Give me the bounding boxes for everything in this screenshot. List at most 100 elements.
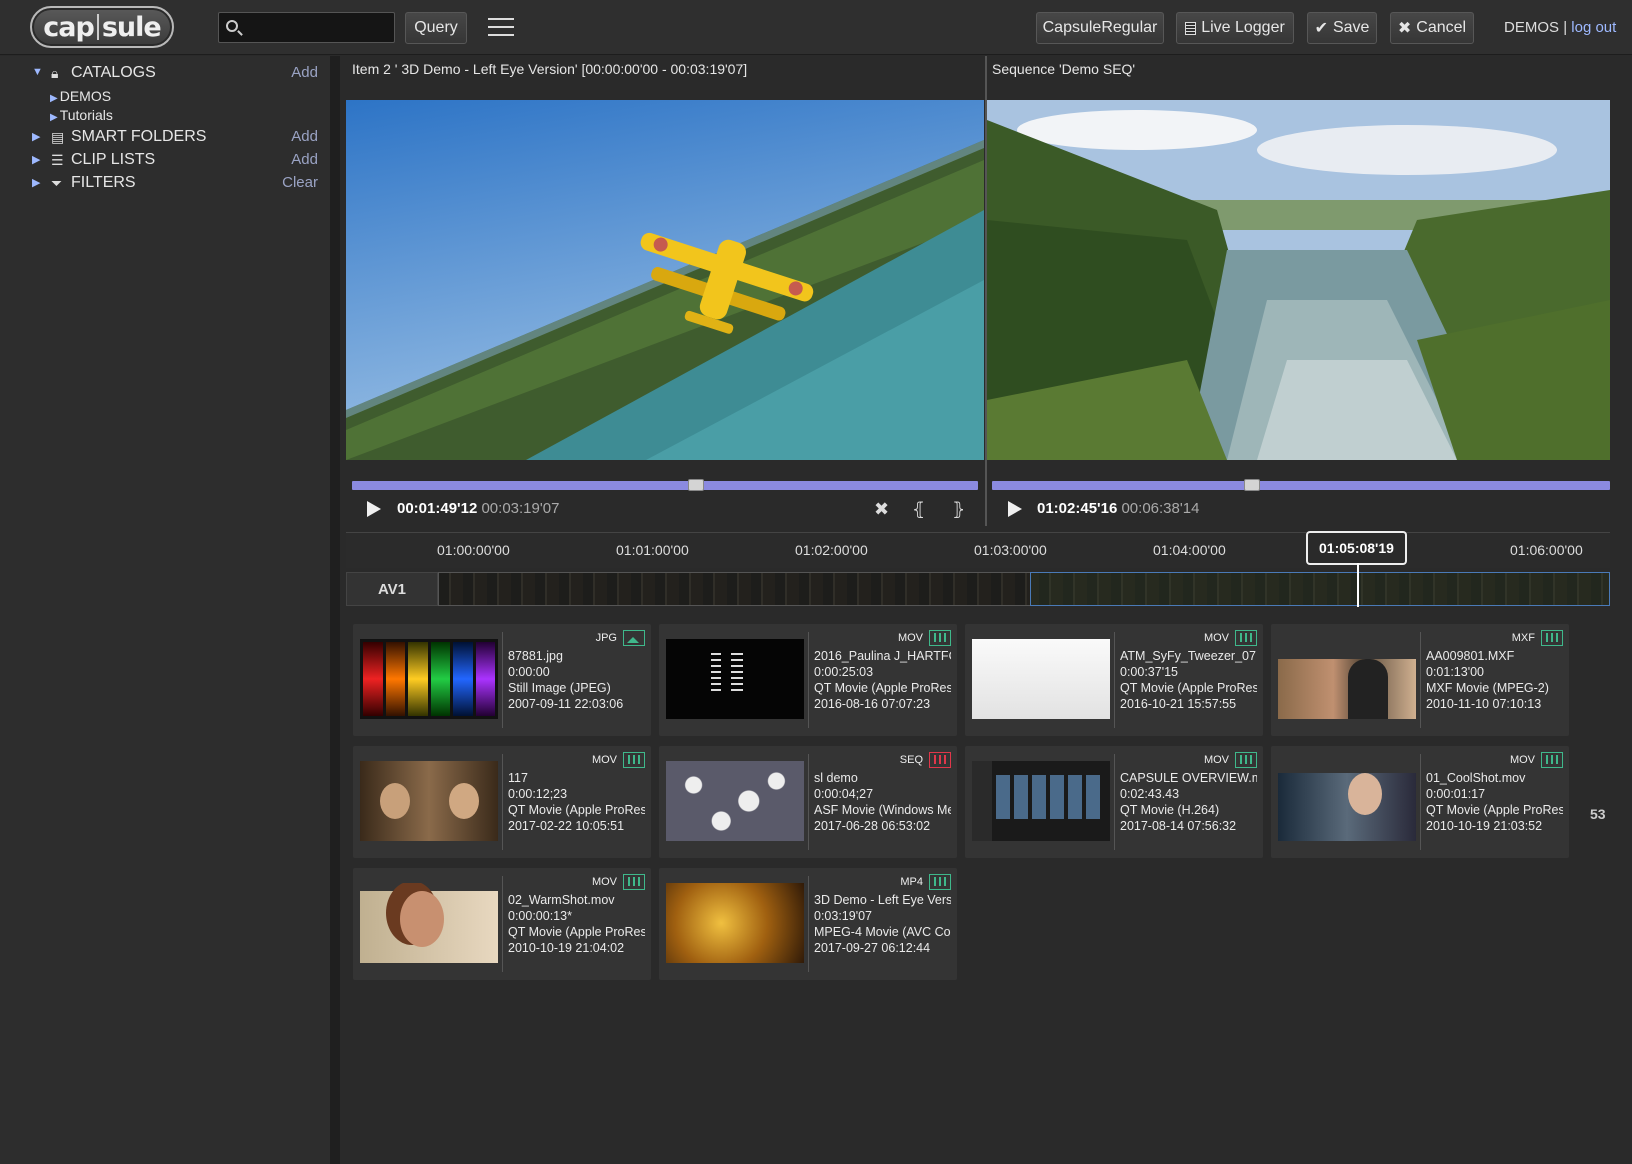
clip-thumbnail[interactable]: [666, 883, 804, 963]
menu-icon[interactable]: [488, 18, 514, 38]
mark-in-icon[interactable]: ⦃: [912, 499, 925, 520]
clip-thumbnail[interactable]: [360, 883, 498, 963]
clip-browser: JPG 87881.jpg 0:00:00 Still Image (JPEG) 200…: [346, 612, 1610, 1164]
search-box[interactable]: [218, 12, 395, 43]
username: DEMOS: [1504, 19, 1560, 36]
right-play-icon[interactable]: [1008, 501, 1022, 517]
filters-clear-link[interactable]: Clear: [282, 174, 318, 191]
catalogs-add-link[interactable]: Add: [291, 64, 318, 81]
clip-card[interactable]: MOV CAPSULE OVERVIEW.mov 0:02:43.43 QT Movi…: [965, 746, 1263, 858]
timeline-playhead[interactable]: [1357, 563, 1359, 607]
image-icon: [623, 630, 645, 646]
chevron-right-icon[interactable]: ▶: [32, 176, 40, 189]
clip-format: QT Movie (Apple ProRes 4: [508, 803, 645, 817]
mark-out-icon[interactable]: ⦄: [952, 499, 965, 520]
clip-name: 02_WarmShot.mov: [508, 893, 615, 907]
film-icon: [1235, 630, 1257, 646]
clip-date: 2016-08-16 07:07:23: [814, 697, 931, 711]
clip-card[interactable]: MOV 01_CoolShot.mov 0:00:01:17 QT Movie (Ap…: [1271, 746, 1569, 858]
clip-thumbnail[interactable]: [972, 639, 1110, 719]
right-timecode: 01:02:45'16 00:06:38'14: [1037, 500, 1199, 517]
chevron-right-icon[interactable]: ▶: [32, 153, 40, 166]
capsule-logo[interactable]: cap sule: [30, 6, 174, 48]
timeline-current-time[interactable]: 01:05:08'19: [1306, 531, 1407, 565]
clip-thumbnail[interactable]: [972, 761, 1110, 841]
sidebar: ▼ 🔒︎ CATALOGS Add ▶ DEMOS ▶ Tutorials ▶ ▤ …: [0, 56, 340, 1164]
clip-divider: [1114, 632, 1115, 728]
left-play-icon[interactable]: [367, 501, 381, 517]
right-viewer-title: Sequence 'Demo SEQ': [992, 61, 1136, 77]
left-scrub-bar[interactable]: [352, 481, 978, 490]
clip-duration: 0:00:04;27: [814, 787, 874, 801]
clip-type: MOV: [1509, 754, 1535, 766]
clip-type: MOV: [1203, 754, 1229, 766]
clip-thumbnail[interactable]: [360, 761, 498, 841]
timeline-selection[interactable]: [1030, 572, 1610, 606]
catalog-item-demos[interactable]: ▶ DEMOS: [50, 88, 111, 104]
clip-duration: 0:03:19'07: [814, 909, 872, 923]
timeline-ruler[interactable]: 01:00:00'00 01:01:00'00 01:02:00'00 01:0…: [346, 532, 1610, 568]
ruler-tick: 01:01:00'00: [616, 542, 689, 558]
profile-button[interactable]: CapsuleRegular: [1036, 12, 1164, 44]
smart-folders-add-link[interactable]: Add: [291, 128, 318, 145]
search-input[interactable]: [245, 13, 393, 42]
logo-text-left: cap: [43, 11, 95, 43]
clip-format: MPEG-4 Movie (AVC Codi: [814, 925, 951, 939]
clip-date: 2010-10-19 21:04:02: [508, 941, 625, 955]
clip-card[interactable]: MP4 3D Demo - Left Eye Versic 0:03:19'07 MP…: [659, 868, 957, 980]
clip-thumbnail[interactable]: [666, 639, 804, 719]
left-scrub-handle[interactable]: [688, 479, 705, 491]
live-logger-button[interactable]: Live Logger: [1176, 12, 1294, 44]
right-viewer-video[interactable]: [987, 100, 1610, 460]
clip-thumbnail[interactable]: [360, 639, 498, 719]
clip-format: QT Movie (Apple ProRes 4: [1426, 803, 1563, 817]
clip-divider: [808, 754, 809, 850]
save-button[interactable]: ✔ Save: [1307, 12, 1377, 44]
clip-lists-add-link[interactable]: Add: [291, 151, 318, 168]
clip-card[interactable]: SEQ sl demo 0:00:04;27 ASF Movie (Windows M…: [659, 746, 957, 858]
clip-card[interactable]: MOV 2016_Paulina J_HARTFOR 0:00:25:03 QT Mo…: [659, 624, 957, 736]
clip-duration: 0:00:12;23: [508, 787, 568, 801]
clip-thumbnail[interactable]: [1278, 761, 1416, 841]
cancel-button[interactable]: ✖ Cancel: [1390, 12, 1474, 44]
clip-divider: [1114, 754, 1115, 850]
ruler-tick: 01:04:00'00: [1153, 542, 1226, 558]
clip-date: 2007-09-11 22:03:06: [508, 697, 624, 711]
sidebar-item-clip-lists[interactable]: ▶ ☰ CLIP LISTS Add: [0, 151, 330, 171]
catalog-item-tutorials[interactable]: ▶ Tutorials: [50, 107, 113, 123]
clip-divider: [502, 632, 503, 728]
clear-marks-icon[interactable]: ✖: [874, 499, 889, 520]
clip-format: QT Movie (Apple ProRes 4: [1120, 681, 1257, 695]
page-number: 53: [1590, 806, 1606, 822]
clip-divider: [502, 754, 503, 850]
clip-duration: 0:00:25:03: [814, 665, 874, 679]
left-viewer-video[interactable]: [346, 100, 984, 460]
logout-link[interactable]: log out: [1571, 19, 1616, 36]
clip-name: CAPSULE OVERVIEW.mov: [1120, 771, 1257, 785]
clip-card[interactable]: MOV ATM_SyFy_Tweezer_07.m 0:00:37'15 QT Mov…: [965, 624, 1263, 736]
clip-type: MOV: [1203, 632, 1229, 644]
chevron-right-icon[interactable]: ▶: [32, 130, 40, 143]
query-button[interactable]: Query: [405, 12, 467, 44]
clip-card[interactable]: MXF AA009801.MXF 0:01:13'00 MXF Movie (MPEG…: [1271, 624, 1569, 736]
ruler-tick: 01:06:00'00: [1510, 542, 1583, 558]
clip-thumbnail[interactable]: [666, 761, 804, 841]
right-scrub-handle[interactable]: [1243, 479, 1260, 491]
sidebar-item-catalogs[interactable]: ▼ 🔒︎ CATALOGS Add: [0, 64, 330, 84]
sidebar-item-filters[interactable]: ▶ ⏷ FILTERS Clear: [0, 174, 330, 194]
sequence-icon: [929, 752, 951, 768]
clip-thumbnail[interactable]: [1278, 639, 1416, 719]
clip-card[interactable]: MOV 117 0:00:12;23 QT Movie (Apple ProRes 4…: [353, 746, 651, 858]
check-icon: ✔: [1314, 20, 1328, 37]
ruler-tick: 01:02:00'00: [795, 542, 868, 558]
catalogs-label: CATALOGS: [71, 64, 156, 81]
clip-date: 2017-08-14 07:56:32: [1120, 819, 1237, 833]
film-icon: [1235, 752, 1257, 768]
clip-card[interactable]: JPG 87881.jpg 0:00:00 Still Image (JPEG) 200…: [353, 624, 651, 736]
clip-card[interactable]: MOV 02_WarmShot.mov 0:00:00:13* QT Movie (A…: [353, 868, 651, 980]
clip-duration: 0:00:00: [508, 665, 550, 679]
chevron-down-icon[interactable]: ▼: [32, 66, 43, 78]
sidebar-item-smart-folders[interactable]: ▶ ▤ SMART FOLDERS Add: [0, 128, 330, 148]
right-scrub-bar[interactable]: [992, 481, 1610, 490]
clip-date: 2010-11-10 07:10:13: [1426, 697, 1542, 711]
